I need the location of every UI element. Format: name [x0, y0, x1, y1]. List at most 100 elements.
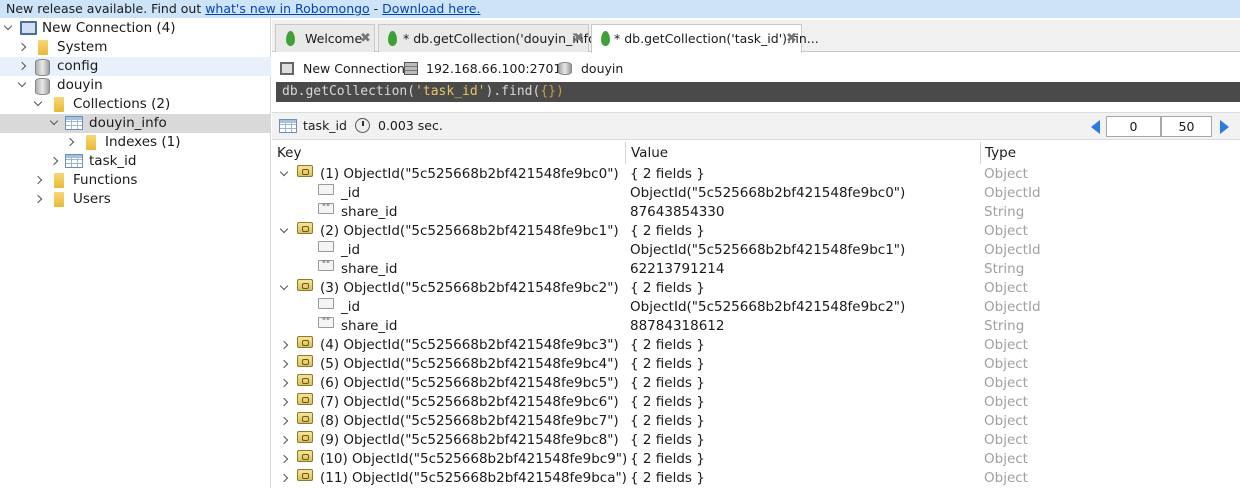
- cell-value: { 2 fields }: [630, 280, 705, 296]
- tree-item-users[interactable]: Users: [0, 190, 271, 209]
- document-row[interactable]: (5) ObjectId("5c525668b2bf421548fe9bc4")…: [272, 355, 1240, 374]
- field-row[interactable]: _id ObjectId("5c525668b2bf421548fe9bc1") O…: [272, 241, 1240, 260]
- cell-key: (7) ObjectId("5c525668b2bf421548fe9bc6"): [320, 394, 619, 410]
- field-row[interactable]: "" share_id 88784318612 String: [272, 317, 1240, 336]
- cell-value: { 2 fields }: [630, 470, 705, 486]
- tree-item-functions[interactable]: Functions: [0, 171, 271, 190]
- tree-item-connection[interactable]: New Connection (4): [0, 19, 271, 38]
- tree-item-douyin-info[interactable]: douyin_info: [0, 114, 271, 133]
- cell-key: (5) ObjectId("5c525668b2bf421548fe9bc4"): [320, 356, 619, 372]
- document-row[interactable]: (4) ObjectId("5c525668b2bf421548fe9bc3")…: [272, 336, 1240, 355]
- collection-icon: [279, 119, 297, 133]
- previous-page-icon[interactable]: [1091, 120, 1100, 134]
- chevron-down-icon[interactable]: [280, 227, 289, 236]
- chevron-down-icon[interactable]: [280, 284, 289, 293]
- whats-new-link[interactable]: what's new in Robomongo: [205, 1, 370, 16]
- query-argument: 'task_id': [415, 84, 486, 99]
- document-row[interactable]: (2) ObjectId("5c525668b2bf421548fe9bc1")…: [272, 222, 1240, 241]
- tree-item-task-id[interactable]: task_id: [0, 152, 271, 171]
- cell-key: (10) ObjectId("5c525668b2bf421548fe9bc9"…: [320, 451, 628, 467]
- clock-icon: [355, 118, 370, 133]
- cell-type: Object: [984, 280, 1028, 296]
- chevron-down-icon[interactable]: [18, 81, 27, 90]
- chevron-right-icon[interactable]: [34, 176, 43, 185]
- chevron-down-icon[interactable]: [34, 100, 43, 109]
- tree-item-douyin[interactable]: douyin: [0, 76, 271, 95]
- column-header-type[interactable]: Type: [985, 143, 1016, 164]
- document-row[interactable]: (1) ObjectId("5c525668b2bf421548fe9bc0")…: [272, 165, 1240, 184]
- objectid-field-icon: [318, 241, 334, 252]
- tree-item-indexes[interactable]: Indexes (1): [0, 133, 271, 152]
- field-row[interactable]: "" share_id 87643854330 String: [272, 203, 1240, 222]
- chevron-down-icon[interactable]: [50, 119, 59, 128]
- next-page-icon[interactable]: [1220, 120, 1229, 134]
- chevron-right-icon[interactable]: [18, 43, 27, 52]
- cell-type: String: [984, 204, 1025, 220]
- tree-label: System: [57, 39, 108, 55]
- document-row[interactable]: (3) ObjectId("5c525668b2bf421548fe9bc2")…: [272, 279, 1240, 298]
- server-icon: [404, 62, 418, 75]
- chevron-right-icon[interactable]: [50, 157, 59, 166]
- cell-value: ObjectId("5c525668b2bf421548fe9bc1"): [630, 242, 906, 258]
- chevron-right-icon[interactable]: [280, 474, 289, 483]
- string-field-icon: "": [318, 317, 334, 328]
- close-icon[interactable]: ✖: [360, 25, 371, 53]
- document-icon: [297, 355, 313, 367]
- results-tree-grid: Key Value Type (1) ObjectId("5c525668b2b…: [272, 142, 1240, 488]
- document-row[interactable]: (11) ObjectId("5c525668b2bf421548fe9bca"…: [272, 469, 1240, 488]
- tree-label: Collections (2): [73, 96, 171, 112]
- close-icon[interactable]: ✖: [573, 25, 584, 53]
- field-row[interactable]: _id ObjectId("5c525668b2bf421548fe9bc2") O…: [272, 298, 1240, 317]
- cell-key: _id: [341, 299, 361, 315]
- tree-label: config: [57, 58, 99, 74]
- tab-welcome[interactable]: Welcome ✖: [275, 24, 375, 52]
- chevron-right-icon[interactable]: [280, 398, 289, 407]
- close-icon[interactable]: ✖: [786, 25, 797, 53]
- document-row[interactable]: (8) ObjectId("5c525668b2bf421548fe9bc7")…: [272, 412, 1240, 431]
- page-size-input[interactable]: 50: [1161, 116, 1212, 137]
- page-start-input[interactable]: 0: [1106, 116, 1161, 137]
- document-row[interactable]: (6) ObjectId("5c525668b2bf421548fe9bc5")…: [272, 374, 1240, 393]
- column-header-key[interactable]: Key: [277, 143, 301, 164]
- folder-icon: [38, 40, 48, 55]
- chevron-right-icon[interactable]: [18, 62, 27, 71]
- document-row[interactable]: (9) ObjectId("5c525668b2bf421548fe9bc8")…: [272, 431, 1240, 450]
- document-row[interactable]: (7) ObjectId("5c525668b2bf421548fe9bc6")…: [272, 393, 1240, 412]
- chevron-right-icon[interactable]: [280, 360, 289, 369]
- string-field-icon: "": [318, 203, 334, 214]
- cell-type: Object: [984, 375, 1028, 391]
- tab-bar: Welcome ✖ * db.getCollection('douyin_inf…: [272, 20, 1240, 53]
- chevron-right-icon[interactable]: [280, 341, 289, 350]
- tree-item-system[interactable]: System: [0, 38, 271, 57]
- tree-item-collections[interactable]: Collections (2): [0, 95, 271, 114]
- chevron-right-icon[interactable]: [66, 138, 75, 147]
- chevron-down-icon[interactable]: [280, 170, 289, 179]
- release-banner: New release available. Find out what's n…: [0, 0, 1240, 18]
- field-row[interactable]: "" share_id 62213791214 String: [272, 260, 1240, 279]
- tree-label: douyin: [57, 77, 103, 93]
- cell-key: (1) ObjectId("5c525668b2bf421548fe9bc0"): [320, 166, 619, 182]
- tab-douyin-info-query[interactable]: * db.getCollection('douyin_info... ✖: [378, 24, 607, 53]
- tab-task-id-query[interactable]: * db.getCollection('task_id').fin... ✖: [591, 24, 819, 53]
- document-icon: [297, 222, 313, 234]
- cell-type: Object: [984, 223, 1028, 239]
- column-divider[interactable]: [980, 142, 981, 164]
- column-header-value[interactable]: Value: [631, 143, 668, 164]
- column-divider[interactable]: [625, 142, 626, 164]
- cell-type: Object: [984, 356, 1028, 372]
- cell-type: Object: [984, 394, 1028, 410]
- chevron-right-icon[interactable]: [280, 417, 289, 426]
- field-row[interactable]: _id ObjectId("5c525668b2bf421548fe9bc0") O…: [272, 184, 1240, 203]
- document-row[interactable]: (10) ObjectId("5c525668b2bf421548fe9bc9"…: [272, 450, 1240, 469]
- cell-type: ObjectId: [984, 242, 1041, 258]
- query-editor[interactable]: db.getCollection('task_id').find({}): [276, 82, 1240, 102]
- chevron-right-icon[interactable]: [280, 379, 289, 388]
- chevron-down-icon[interactable]: [4, 24, 13, 33]
- chevron-right-icon[interactable]: [280, 436, 289, 445]
- collection-icon: [65, 116, 83, 130]
- chevron-right-icon[interactable]: [280, 455, 289, 464]
- download-link[interactable]: Download here.: [382, 1, 480, 16]
- cell-type: Object: [984, 413, 1028, 429]
- chevron-right-icon[interactable]: [34, 195, 43, 204]
- tree-item-config[interactable]: config: [0, 57, 271, 76]
